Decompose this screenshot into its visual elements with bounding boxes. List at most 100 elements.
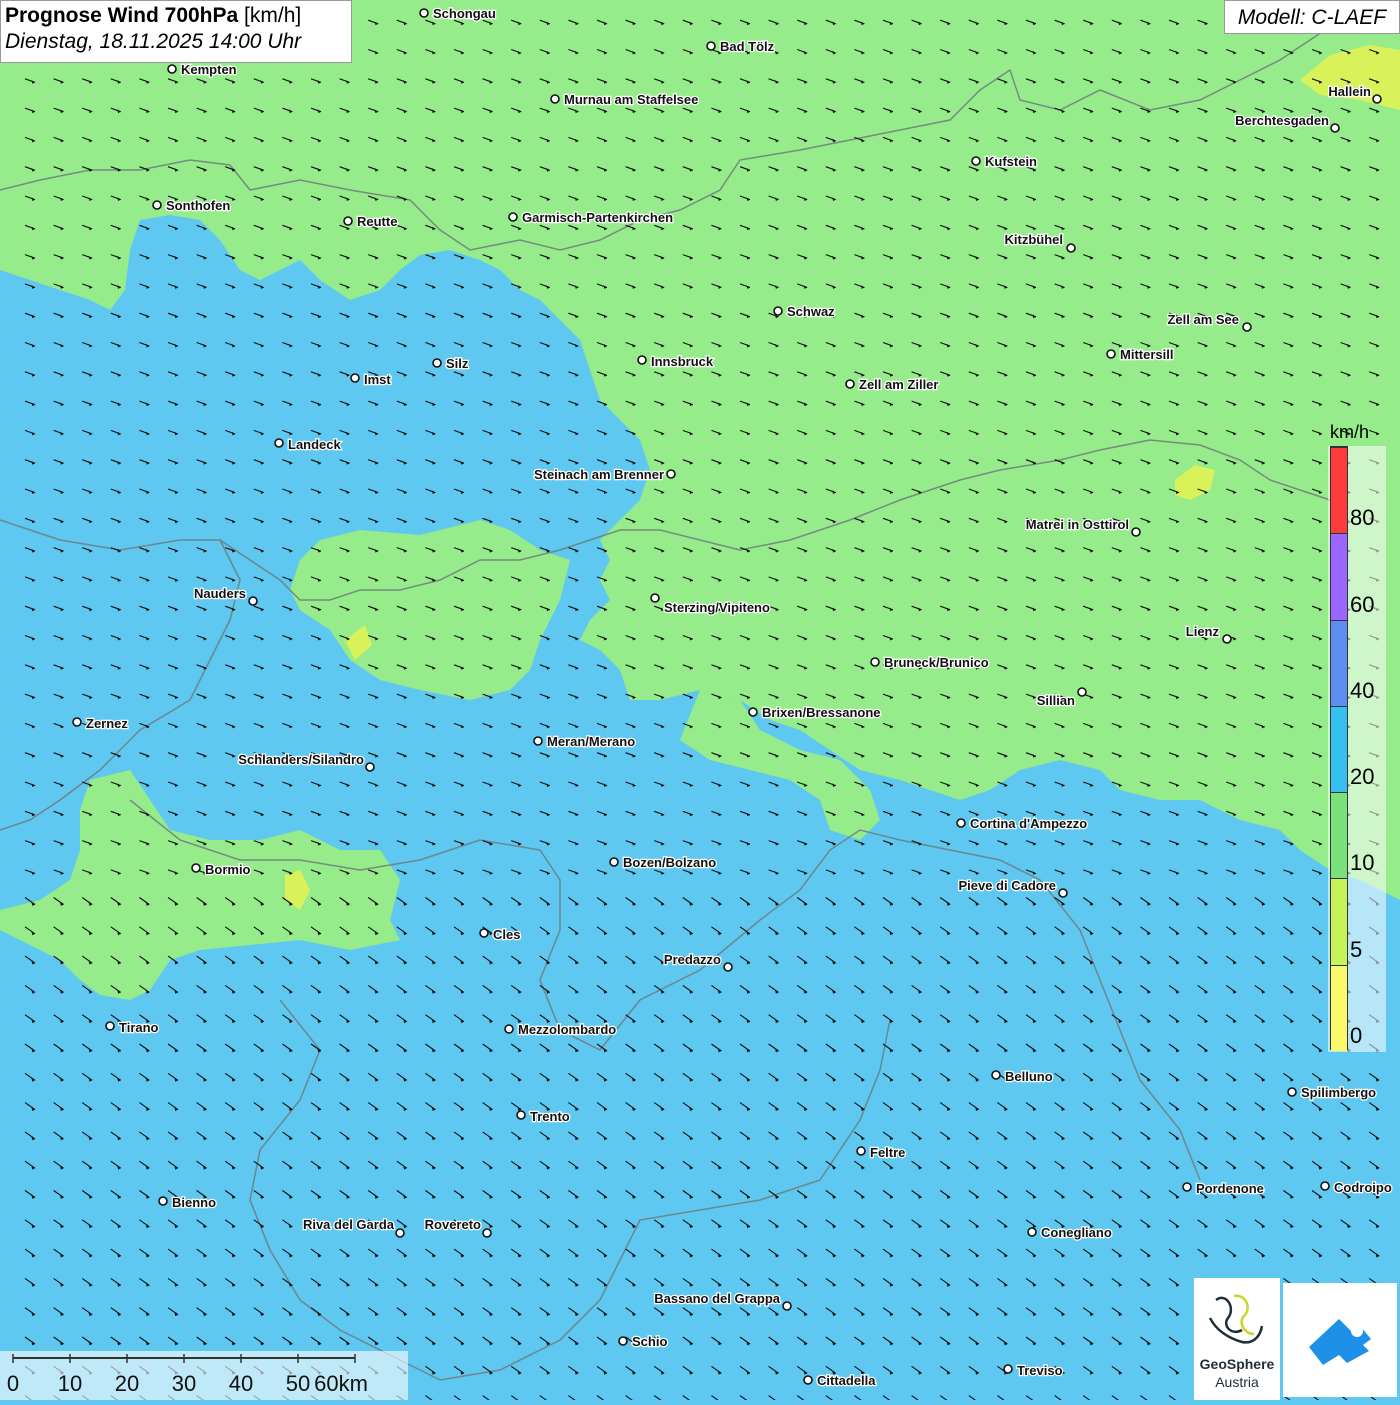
city-dot bbox=[274, 438, 284, 448]
scale-label: 20 bbox=[115, 1371, 139, 1396]
legend-color-bar bbox=[1330, 446, 1348, 1051]
city-label: Mezzolombardo bbox=[518, 1022, 616, 1037]
map-title-main: Prognose Wind 700hPa bbox=[5, 4, 239, 27]
city-label: Imst bbox=[364, 372, 391, 387]
app-logo bbox=[1283, 1283, 1397, 1397]
map-title-box: Prognose Wind 700hPa [km/h] Dienstag, 18… bbox=[0, 0, 352, 63]
city-dot bbox=[508, 212, 518, 222]
city-label: Garmisch-Partenkirchen bbox=[522, 210, 673, 225]
city-dot bbox=[845, 379, 855, 389]
city-label: Belluno bbox=[1005, 1069, 1053, 1084]
scale-bar-graphic: 0 10 20 30 40 50 60km bbox=[7, 1354, 368, 1396]
city-label: Lienz bbox=[1186, 624, 1220, 639]
city-label: Reutte bbox=[357, 214, 397, 229]
city-label: Trento bbox=[530, 1109, 570, 1124]
city-dot bbox=[1058, 888, 1068, 898]
city-dot bbox=[1106, 349, 1116, 359]
city-label: Kufstein bbox=[985, 154, 1037, 169]
scale-bar: 0 10 20 30 40 50 60km bbox=[0, 1351, 408, 1400]
city-label: Zell am Ziller bbox=[859, 377, 938, 392]
city-dot bbox=[1077, 687, 1087, 697]
geosphere-logo-line2: Austria bbox=[1215, 1374, 1259, 1390]
city-dot bbox=[666, 469, 676, 479]
map-title-unit: [km/h] bbox=[244, 4, 302, 27]
city-dot bbox=[152, 200, 162, 210]
scale-label: 60km bbox=[314, 1371, 368, 1396]
geosphere-logo-line1: GeoSphere bbox=[1199, 1356, 1275, 1372]
city-marker: Garmisch-Partenkirchen bbox=[508, 209, 674, 226]
city-label: Spilimbergo bbox=[1301, 1085, 1376, 1100]
city-dot bbox=[618, 1336, 628, 1346]
forecast-datetime: Dienstag, 18.11.2025 14:00 Uhr bbox=[5, 30, 302, 53]
city-dot bbox=[1182, 1182, 1192, 1192]
city-label: Treviso bbox=[1017, 1363, 1063, 1378]
city-dot bbox=[870, 657, 880, 667]
city-dot bbox=[365, 762, 375, 772]
city-marker: Meran/Merano bbox=[533, 733, 636, 750]
city-dot bbox=[419, 8, 429, 18]
city-label: Schwaz bbox=[787, 304, 835, 319]
model-label: Modell: C-LAEF bbox=[1224, 0, 1400, 34]
city-label: Tirano bbox=[119, 1020, 159, 1035]
city-dot bbox=[803, 1375, 813, 1385]
city-label: Nauders bbox=[194, 586, 246, 601]
city-label: Bienno bbox=[172, 1195, 216, 1210]
geosphere-swirl-1 bbox=[1215, 1296, 1243, 1334]
city-label: Rovereto bbox=[425, 1217, 481, 1232]
city-label: Innsbruck bbox=[651, 354, 714, 369]
city-dot bbox=[1027, 1227, 1037, 1237]
city-marker: Bozen/Bolzano bbox=[609, 854, 717, 871]
city-marker: Murnau am Staffelsee bbox=[550, 91, 700, 108]
legend-label: 0 bbox=[1350, 1023, 1363, 1048]
city-dot bbox=[782, 1301, 792, 1311]
city-dot bbox=[991, 1070, 1001, 1080]
map-title: Prognose Wind 700hPa [km/h] bbox=[5, 4, 347, 28]
city-label: Matrei in Osttirol bbox=[1026, 517, 1129, 532]
scale-label: 10 bbox=[58, 1371, 82, 1396]
city-dot bbox=[650, 593, 660, 603]
city-dot bbox=[395, 1228, 405, 1238]
legend-segment bbox=[1331, 878, 1347, 965]
city-dot bbox=[609, 857, 619, 867]
legend-segment bbox=[1331, 964, 1347, 1051]
city-label: Conegliano bbox=[1041, 1225, 1112, 1240]
city-label: Landeck bbox=[288, 437, 342, 452]
city-label: Kitzbühel bbox=[1005, 232, 1064, 247]
city-dot bbox=[1287, 1087, 1297, 1097]
city-label: Pieve di Cadore bbox=[958, 878, 1056, 893]
city-dot bbox=[723, 962, 733, 972]
city-dot bbox=[748, 707, 758, 717]
city-dot bbox=[533, 736, 543, 746]
city-dot bbox=[167, 64, 177, 74]
geosphere-swirl-2 bbox=[1233, 1294, 1255, 1336]
city-dot bbox=[856, 1146, 866, 1156]
city-dot bbox=[1003, 1364, 1013, 1374]
city-label: Riva del Garda bbox=[303, 1217, 395, 1232]
city-dot bbox=[706, 41, 716, 51]
city-label: Brixen/Bressanone bbox=[762, 705, 881, 720]
city-marker: Mezzolombardo bbox=[504, 1021, 618, 1038]
city-dot bbox=[248, 596, 258, 606]
city-dot bbox=[343, 216, 353, 226]
city-dot bbox=[191, 863, 201, 873]
city-dot bbox=[504, 1024, 514, 1034]
geosphere-logo: GeoSphere Austria bbox=[1194, 1278, 1280, 1400]
city-label: Sillian bbox=[1037, 693, 1075, 708]
city-dot bbox=[1066, 243, 1076, 253]
city-label: Pordenone bbox=[1196, 1181, 1264, 1196]
city-marker: Cortina d'Ampezzo bbox=[956, 815, 1089, 832]
city-dot bbox=[971, 156, 981, 166]
city-label: Cles bbox=[493, 927, 520, 942]
city-dot bbox=[72, 717, 82, 727]
city-label: Kempten bbox=[181, 62, 237, 77]
city-label: Schio bbox=[632, 1334, 667, 1349]
city-label: Sterzing/Vipiteno bbox=[664, 600, 770, 615]
city-label: Bormio bbox=[205, 862, 251, 877]
app-logo-mark bbox=[1309, 1319, 1371, 1365]
city-dot bbox=[1372, 94, 1382, 104]
legend-label: 5 bbox=[1350, 937, 1363, 962]
legend-label: 10 bbox=[1350, 850, 1375, 875]
city-marker: Brixen/Bressanone bbox=[748, 704, 882, 721]
city-dot bbox=[1131, 527, 1141, 537]
app-logo-chevron bbox=[1309, 1319, 1371, 1365]
